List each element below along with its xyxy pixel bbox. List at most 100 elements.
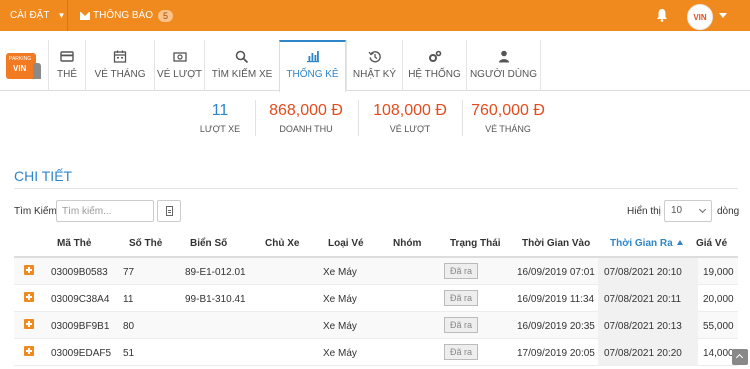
cell-gia-ve: 20,000 xyxy=(703,294,734,305)
stat-value: 868,000 Đ xyxy=(269,102,343,119)
nav-tab-nguoi-dung[interactable]: NGƯỜI DÙNG xyxy=(466,40,541,91)
nav-tab-thong-ke[interactable]: THỐNG KÊ xyxy=(279,40,346,92)
settings-label: CÀI ĐẶT xyxy=(10,10,50,21)
table-row[interactable]: 03009EDAF5 51 Xe Máy Đã ra 17/09/2019 20… xyxy=(14,339,738,366)
expand-row-icon[interactable] xyxy=(24,292,34,302)
search-input[interactable] xyxy=(56,200,154,222)
expand-row-icon[interactable] xyxy=(24,319,34,329)
stat-ve-thang: 760,000 Đ VÉ THÁNG xyxy=(460,102,556,134)
nav-tab-ve-thang[interactable]: VÉ THÁNG xyxy=(85,40,154,91)
col-header-loai-ve[interactable]: Loại Vé xyxy=(328,238,364,249)
logo-text: VIN xyxy=(13,64,27,73)
col-header-so-the[interactable]: Số Thẻ xyxy=(129,238,162,249)
col-header-gia-ve[interactable]: Giá Vé xyxy=(696,238,727,249)
status-badge: Đã ra xyxy=(444,263,479,279)
chevron-down-icon xyxy=(698,205,707,214)
nav-tab-tim-kiem-xe[interactable]: TÌM KIẾM XE xyxy=(204,40,279,91)
cell-thoi-gian-ra: 07/08/2021 20:11 xyxy=(604,294,682,305)
cell-thoi-gian-ra: 07/08/2021 20:20 xyxy=(604,348,682,359)
cell-gia-ve: 55,000 xyxy=(703,321,734,332)
cell-so-the: 51 xyxy=(123,348,135,359)
table-row[interactable]: 03009BF9B1 80 Xe Máy Đã ra 16/09/2019 20… xyxy=(14,312,738,339)
stat-label: VÉ THÁNG xyxy=(485,124,531,134)
table-row[interactable]: 03009B0583 77 89-E1-012.01 Xe Máy Đã ra … xyxy=(14,258,738,285)
status-badge: Đã ra xyxy=(444,344,479,360)
ticket-icon xyxy=(172,52,187,62)
col-header-nhom[interactable]: Nhóm xyxy=(393,238,421,249)
col-header-ma-the[interactable]: Mã Thẻ xyxy=(57,238,91,249)
stat-doanh-thu: 868,000 Đ DOANH THU xyxy=(258,102,354,134)
nav-tab-ve-luot[interactable]: VÉ LƯỢT xyxy=(154,40,204,91)
expand-row-icon[interactable] xyxy=(24,265,34,275)
bell-icon[interactable] xyxy=(656,8,668,22)
cell-so-the: 80 xyxy=(123,321,135,332)
stat-luot-xe: 11 LƯỢT XE xyxy=(188,102,252,134)
card-icon xyxy=(60,51,74,62)
stat-value: 11 xyxy=(211,102,229,119)
col-header-trang-thai[interactable]: Trạng Thái xyxy=(450,238,501,249)
envelope-icon xyxy=(80,11,90,20)
export-excel-button[interactable] xyxy=(157,200,181,222)
nav-tab-label: HỆ THỐNG xyxy=(408,69,461,80)
rows-label: dòng xyxy=(717,206,740,217)
stat-label: DOANH THU xyxy=(279,124,333,134)
col-header-label: Thời Gian Ra xyxy=(610,238,673,249)
stat-value: 108,000 Đ xyxy=(373,102,447,119)
section-divider xyxy=(14,188,738,189)
cell-gia-ve: 14,000 xyxy=(703,348,734,359)
user-avatar[interactable]: VIN xyxy=(687,4,713,30)
cell-bien-so: 99-B1-310.41 xyxy=(185,294,246,305)
status-badge: Đã ra xyxy=(444,317,479,333)
table-row[interactable]: 03009C38A4 11 99-B1-310.41 Xe Máy Đã ra … xyxy=(14,285,738,312)
nav-tab-the[interactable]: THẺ xyxy=(48,40,85,91)
avatar-text: VIN xyxy=(693,12,707,22)
scroll-to-top-button[interactable] xyxy=(732,349,748,365)
cell-loai-ve: Xe Máy xyxy=(323,267,357,278)
page-size-value: 10 xyxy=(671,205,683,216)
notifications-count-badge: 5 xyxy=(158,9,174,22)
cell-thoi-gian-vao: 17/09/2019 20:05 xyxy=(517,348,595,359)
sort-asc-icon xyxy=(676,240,683,245)
cell-ma-the: 03009B0583 xyxy=(51,267,108,278)
notifications-button[interactable]: THÔNG BÁO 5 xyxy=(80,0,174,31)
nav-tab-he-thong[interactable]: HỆ THỐNG xyxy=(402,40,466,91)
stat-label: LƯỢT XE xyxy=(199,124,241,134)
cell-loai-ve: Xe Máy xyxy=(323,348,357,359)
nav-tab-label: TÌM KIẾM XE xyxy=(211,69,273,80)
cell-loai-ve: Xe Máy xyxy=(323,321,357,332)
col-header-thoi-gian-ra[interactable]: Thời Gian Ra xyxy=(610,238,683,249)
cell-so-the: 77 xyxy=(123,267,135,278)
settings-menu-button[interactable]: CÀI ĐẶT ▼ xyxy=(0,0,68,31)
cell-thoi-gian-vao: 16/09/2019 07:01 xyxy=(517,267,595,278)
cell-bien-so: 89-E1-012.01 xyxy=(185,267,246,278)
cell-ma-the: 03009EDAF5 xyxy=(51,348,112,359)
nav-tab-label: THỐNG KÊ xyxy=(286,69,339,80)
user-menu-caret-icon[interactable] xyxy=(719,13,727,18)
nav-tab-label: VÉ THÁNG xyxy=(94,69,146,80)
cell-thoi-gian-ra: 07/08/2021 20:10 xyxy=(604,267,682,278)
notifications-label: THÔNG BÁO xyxy=(93,10,154,21)
section-title: CHI TIẾT xyxy=(14,168,73,184)
col-header-chu-xe[interactable]: Chủ Xe xyxy=(265,238,299,249)
cell-ma-the: 03009BF9B1 xyxy=(51,321,110,332)
user-icon xyxy=(498,50,509,63)
parking-vin-logo: PARKING VIN xyxy=(6,53,42,83)
col-header-bien-so[interactable]: Biển Số xyxy=(190,238,227,249)
top-bar: CÀI ĐẶT ▼ THÔNG BÁO 5 VIN xyxy=(0,0,750,31)
cell-thoi-gian-vao: 16/09/2019 20:35 xyxy=(517,321,595,332)
page-size-select[interactable]: 10 xyxy=(664,200,712,222)
cell-loai-ve: Xe Máy xyxy=(323,294,357,305)
status-badge: Đã ra xyxy=(444,290,479,306)
col-header-thoi-gian-vao[interactable]: Thời Gian Vào xyxy=(522,238,590,249)
nav-tab-label: NHẬT KÝ xyxy=(352,69,397,80)
expand-row-icon[interactable] xyxy=(24,346,34,356)
cell-thoi-gian-ra: 07/08/2021 20:13 xyxy=(604,321,682,332)
search-icon xyxy=(235,50,249,63)
logo-small-text: PARKING xyxy=(9,56,32,62)
stat-divider xyxy=(255,100,256,136)
calendar-icon xyxy=(113,50,127,63)
nav-tab-nhat-ky[interactable]: NHẬT KÝ xyxy=(346,40,402,91)
main-nav: PARKING VIN THẺ VÉ THÁNG VÉ LƯỢT TÌM KIẾ… xyxy=(0,40,750,92)
stat-ve-luot: 108,000 Đ VÉ LƯỢT xyxy=(362,102,458,134)
nav-tab-label: THẺ xyxy=(57,69,77,80)
